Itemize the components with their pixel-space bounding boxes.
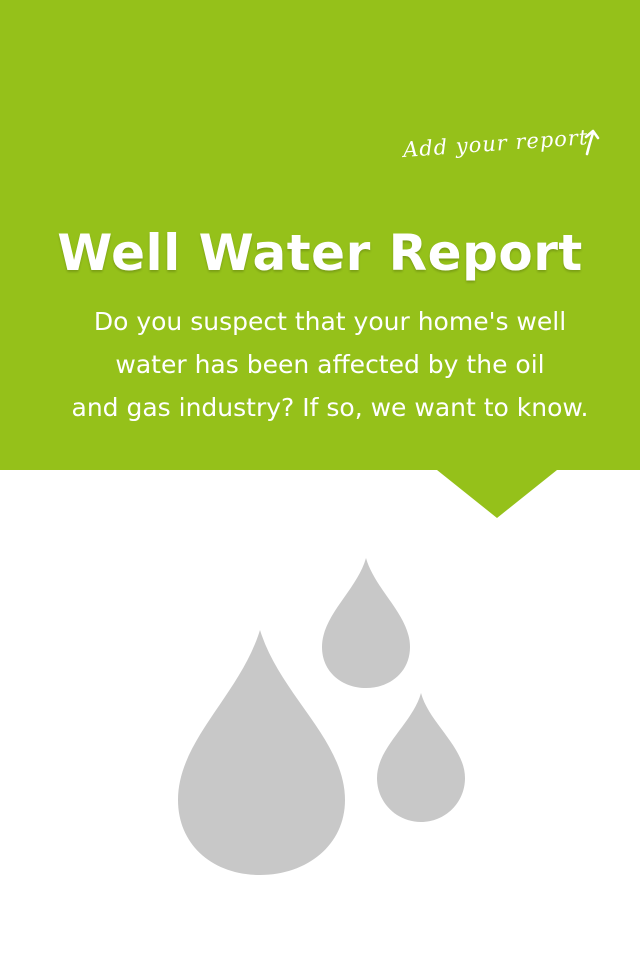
page-title: Well Water Report: [57, 224, 583, 282]
intro-line: Do you suspect that your home's well: [93, 307, 567, 336]
intro-line: and gas industry? If so, we want to know…: [71, 393, 589, 422]
add-report-link[interactable]: Add your report: [398, 125, 613, 174]
water-drops-icon: [178, 558, 465, 875]
large-drop-icon: [178, 630, 345, 875]
screen: Add your report Well Water Report Do you…: [0, 0, 640, 960]
small-drop-icon: [377, 693, 465, 822]
add-report-label: Add your report: [402, 125, 590, 162]
hero-banner: Add your report Well Water Report Do you…: [0, 0, 640, 470]
intro-line: water has been affected by the oil: [115, 350, 545, 379]
arrow-up-icon: [584, 129, 600, 156]
intro-text: Do you suspect that your home's well wat…: [60, 300, 600, 429]
medium-drop-icon: [322, 558, 410, 688]
banner-pointer: [437, 470, 557, 518]
